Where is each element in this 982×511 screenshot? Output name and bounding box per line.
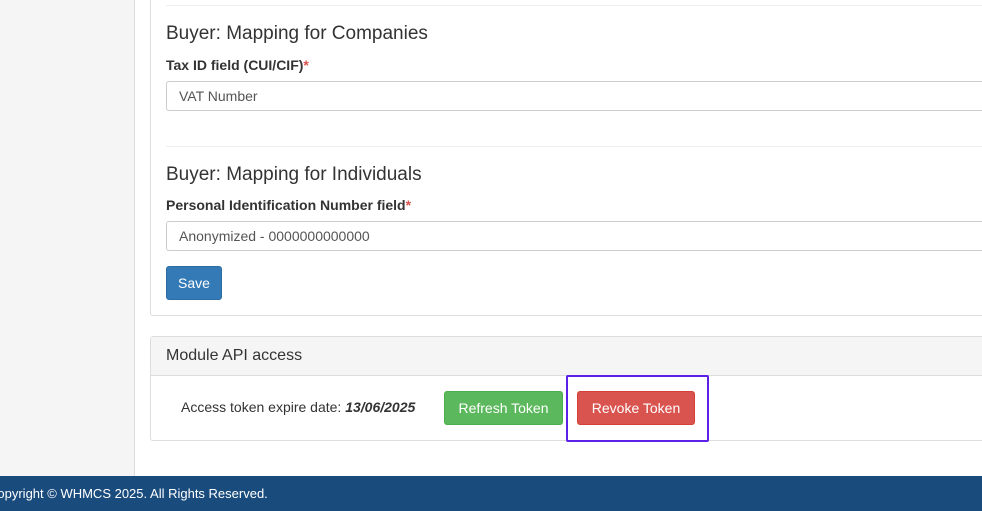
- required-mark: *: [303, 57, 309, 73]
- personal-id-field-label: Personal Identification Number field*: [166, 197, 411, 213]
- individuals-section-title: Buyer: Mapping for Individuals: [166, 164, 422, 185]
- api-access-heading: Module API access: [151, 337, 982, 376]
- sidebar: [0, 0, 135, 476]
- main-content: Buyer: Mapping for Companies Tax ID fiel…: [135, 0, 982, 476]
- tax-id-selected-value: VAT Number: [179, 88, 258, 104]
- mapping-settings-panel: Buyer: Mapping for Companies Tax ID fiel…: [150, 0, 982, 316]
- refresh-token-button[interactable]: Refresh Token: [444, 391, 563, 425]
- footer: Copyright © WHMCS 2025. All Rights Reser…: [0, 476, 982, 511]
- token-expire-info: Access token expire date: 13/06/2025: [181, 399, 415, 415]
- section-divider: [166, 146, 982, 147]
- personal-id-field-select[interactable]: Anonymized - 0000000000000: [166, 221, 982, 251]
- revoke-token-button[interactable]: Revoke Token: [577, 391, 695, 425]
- token-expire-label: Access token expire date:: [181, 399, 342, 415]
- required-mark: *: [405, 197, 412, 213]
- companies-section-title: Buyer: Mapping for Companies: [166, 23, 428, 44]
- tax-id-field-select[interactable]: VAT Number: [166, 81, 982, 111]
- personal-id-label-text: Personal Identification Number field: [166, 197, 406, 213]
- tax-id-label-text: Tax ID field (CUI/CIF): [166, 57, 304, 73]
- module-api-access-panel: Module API access Access token expire da…: [150, 336, 982, 441]
- save-button[interactable]: Save: [166, 266, 222, 300]
- section-divider: [166, 5, 982, 6]
- token-expire-date: 13/06/2025: [345, 399, 416, 415]
- tax-id-field-label: Tax ID field (CUI/CIF)*: [166, 57, 309, 73]
- footer-copyright: Copyright © WHMCS 2025. All Rights Reser…: [0, 486, 268, 501]
- personal-id-selected-value: Anonymized - 0000000000000: [179, 228, 370, 244]
